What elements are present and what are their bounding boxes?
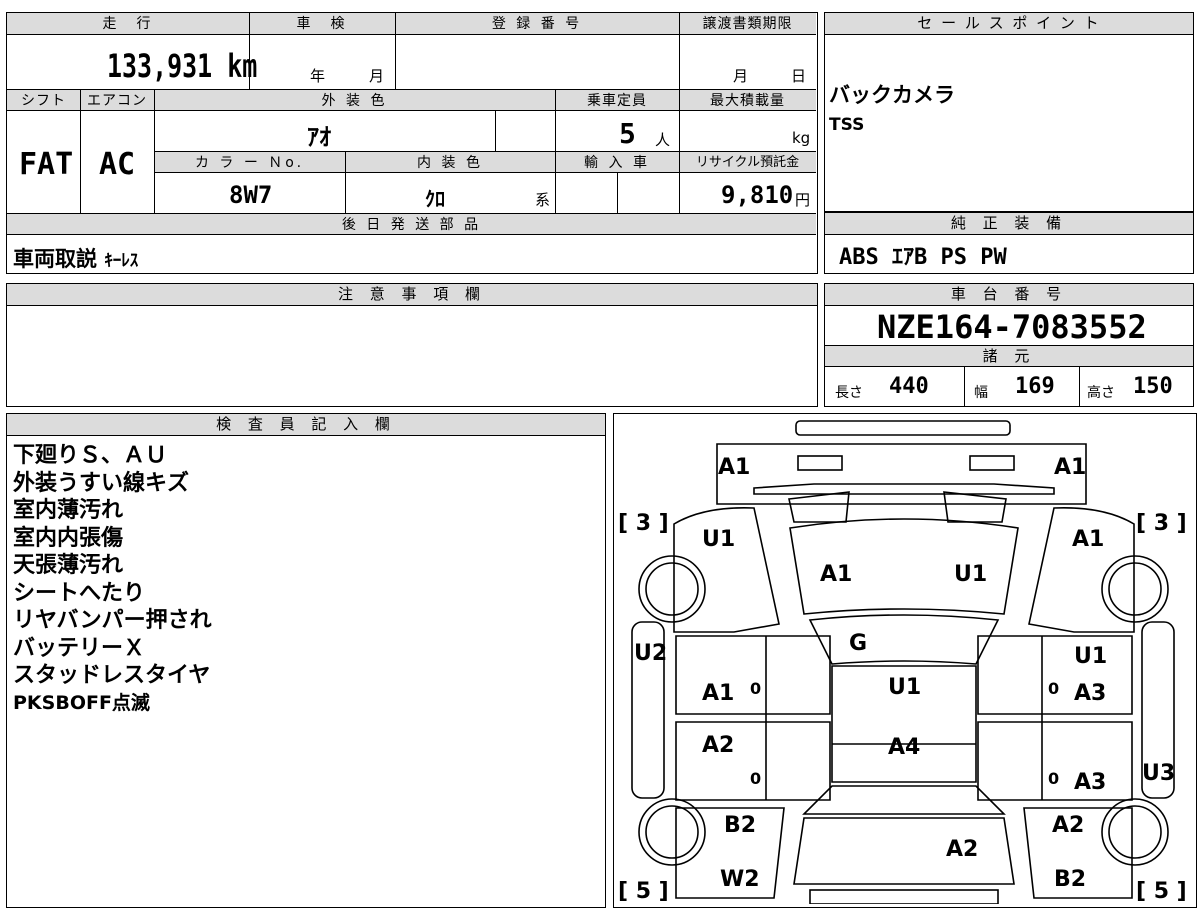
- label-windshield: G: [849, 631, 867, 656]
- inspector-note: 室内内張傷: [13, 525, 124, 551]
- later-parts-header: 後 日 発 送 部 品: [7, 213, 816, 235]
- color-no-value: 8W7: [229, 181, 273, 209]
- label-hood-left: A1: [820, 562, 852, 587]
- mileage-value: 133,931: [107, 47, 213, 85]
- label-tire-rr: [ 5 ]: [1136, 879, 1187, 904]
- load-unit: kg: [792, 129, 811, 147]
- mileage-header: 走 行: [7, 13, 249, 35]
- label-rear-door-left: A2: [702, 733, 734, 758]
- capacity-value: 5: [619, 117, 636, 150]
- shift-value: FAT: [19, 147, 74, 182]
- chassis-number: NZE164-7083552: [877, 308, 1147, 346]
- sales-point-1: バックカメラ: [829, 83, 955, 107]
- interior-color-value: ｸﾛ: [425, 187, 445, 211]
- inspector-note: 下廻りＳ、ＡＵ: [13, 443, 168, 468]
- interior-color-header: 内 装 色: [345, 151, 555, 173]
- inspector-note: PKSBOFF点滅: [13, 691, 150, 714]
- label-front-door-right-top: U1: [1074, 644, 1107, 669]
- equipment-value: ABS ｴｱB PS PW: [839, 245, 1007, 270]
- registration-header: 登 録 番 号: [395, 13, 679, 35]
- inspector-note: リヤバンパー押され: [13, 608, 212, 633]
- transfer-month-label: 月: [733, 67, 749, 85]
- aircon-header: エアコン: [80, 89, 154, 111]
- label-rear-right: B2: [1054, 867, 1086, 892]
- height-label: 高さ: [1087, 385, 1115, 401]
- car-diagram: A1 A1 [ 3 ] [ 3 ] U1 A1 A1 U1 G U2 U1 U1…: [618, 420, 1187, 904]
- notes-header: 注 意 事 項 欄: [7, 284, 817, 306]
- inspection-header: 車 検: [249, 13, 395, 35]
- label-fender-right: A1: [1072, 527, 1104, 552]
- mileage-value-wrap: 133,931 km: [107, 47, 257, 85]
- interior-color-suffix: 系: [535, 191, 551, 209]
- recycle-fee-header: リサイクル預託金: [679, 151, 816, 173]
- recycle-fee-unit: 円: [795, 191, 811, 209]
- later-parts-row: 車両取説 ｷｰﾚｽ: [13, 243, 138, 273]
- label-front-door-right: A3: [1074, 681, 1106, 706]
- label-hood-right: U1: [954, 562, 987, 587]
- width-label: 幅: [974, 385, 988, 401]
- label-trunk: A2: [946, 837, 978, 862]
- height-value: 150: [1133, 374, 1173, 399]
- label-quarter-right: A2: [1052, 813, 1084, 838]
- transfer-day-label: 日: [791, 67, 807, 85]
- label-front-left-corner: A1: [718, 455, 750, 480]
- equipment-header: 純 正 装 備: [825, 213, 1193, 235]
- label-pillar-left: U2: [634, 641, 667, 666]
- later-parts-bold: 車両取説: [13, 247, 97, 271]
- label-rocker-right: U3: [1142, 761, 1175, 786]
- inspector-notes-header: 検 査 員 記 入 欄: [7, 414, 605, 436]
- sales-point-2: TSS: [829, 115, 865, 135]
- label-front-door-left: A1: [702, 681, 734, 706]
- label-front-right-corner: A1: [1054, 455, 1086, 480]
- specs-header: 諸 元: [825, 345, 1193, 367]
- capacity-unit: 人: [655, 131, 671, 149]
- inspector-note: 天張薄汚れ: [13, 553, 124, 578]
- sales-point-box: セ ー ル ス ポ イ ン ト バックカメラ TSS: [824, 12, 1194, 212]
- max-load-header: 最大積載量: [679, 89, 816, 111]
- label-rear-door-right-code: 0: [1048, 769, 1059, 788]
- inspection-month-label: 月: [369, 67, 385, 85]
- import-header: 輸 入 車: [555, 151, 679, 173]
- notes-box: 注 意 事 項 欄: [6, 283, 818, 407]
- inspector-note: 室内薄汚れ: [13, 498, 124, 523]
- transfer-deadline-header: 譲渡書類期限: [679, 13, 816, 35]
- label-rear-left: W2: [720, 867, 760, 892]
- aircon-value: AC: [99, 147, 136, 182]
- width-value: 169: [1015, 374, 1055, 399]
- exterior-color-value: ｱｵ: [307, 123, 331, 151]
- exterior-color-header: 外 装 色: [154, 89, 555, 111]
- chassis-box: 車 台 番 号 NZE164-7083552 諸 元 長さ 440 幅 169 …: [824, 283, 1194, 407]
- inspector-notes-box: 検 査 員 記 入 欄 下廻りＳ、ＡＵ 外装うすい線キズ 室内薄汚れ 室内内張傷…: [6, 413, 606, 908]
- label-tire-rl: [ 5 ]: [618, 879, 669, 904]
- capacity-header: 乗車定員: [555, 89, 679, 111]
- label-rear-door-left-code: 0: [750, 769, 761, 788]
- label-quarter-left: B2: [724, 813, 756, 838]
- inspector-note: シートへたり: [13, 580, 146, 606]
- mileage-unit: km: [227, 47, 258, 85]
- inspector-note: スタッドレスタイヤ: [13, 663, 211, 688]
- vehicle-info-table: 走 行 車 検 登 録 番 号 譲渡書類期限 133,931 km 年 月 月 …: [6, 12, 818, 274]
- length-label: 長さ: [835, 385, 863, 401]
- length-value: 440: [889, 374, 929, 399]
- inspector-note: バッテリーＸ: [13, 635, 146, 661]
- car-diagram-box: A1 A1 [ 3 ] [ 3 ] U1 A1 A1 U1 G U2 U1 U1…: [613, 413, 1197, 908]
- sales-point-header: セ ー ル ス ポ イ ン ト: [825, 13, 1193, 35]
- chassis-header: 車 台 番 号: [825, 284, 1193, 306]
- later-parts-item: ｷｰﾚｽ: [104, 251, 139, 271]
- inspection-year-label: 年: [310, 67, 326, 85]
- label-roof: U1: [888, 675, 921, 700]
- color-no-header: カ ラ ー Ｎo.: [154, 151, 345, 173]
- inspector-note: 外装うすい線キズ: [13, 470, 190, 496]
- equipment-box: 純 正 装 備 ABS ｴｱB PS PW: [824, 212, 1194, 274]
- label-front-door-right-code: 0: [1048, 679, 1059, 698]
- label-front-door-left-code: 0: [750, 679, 761, 698]
- shift-header: シフト: [7, 89, 80, 111]
- inspector-notes-list: 下廻りＳ、ＡＵ 外装うすい線キズ 室内薄汚れ 室内内張傷 天張薄汚れ シートへた…: [13, 442, 212, 717]
- label-rear-door-right: A3: [1074, 770, 1106, 795]
- label-tire-fr: [ 3 ]: [1136, 511, 1187, 536]
- label-roof-rear: A4: [888, 735, 920, 760]
- recycle-fee-value: 9,810: [721, 181, 794, 209]
- label-tire-fl: [ 3 ]: [618, 511, 669, 536]
- label-fender-left: U1: [702, 527, 735, 552]
